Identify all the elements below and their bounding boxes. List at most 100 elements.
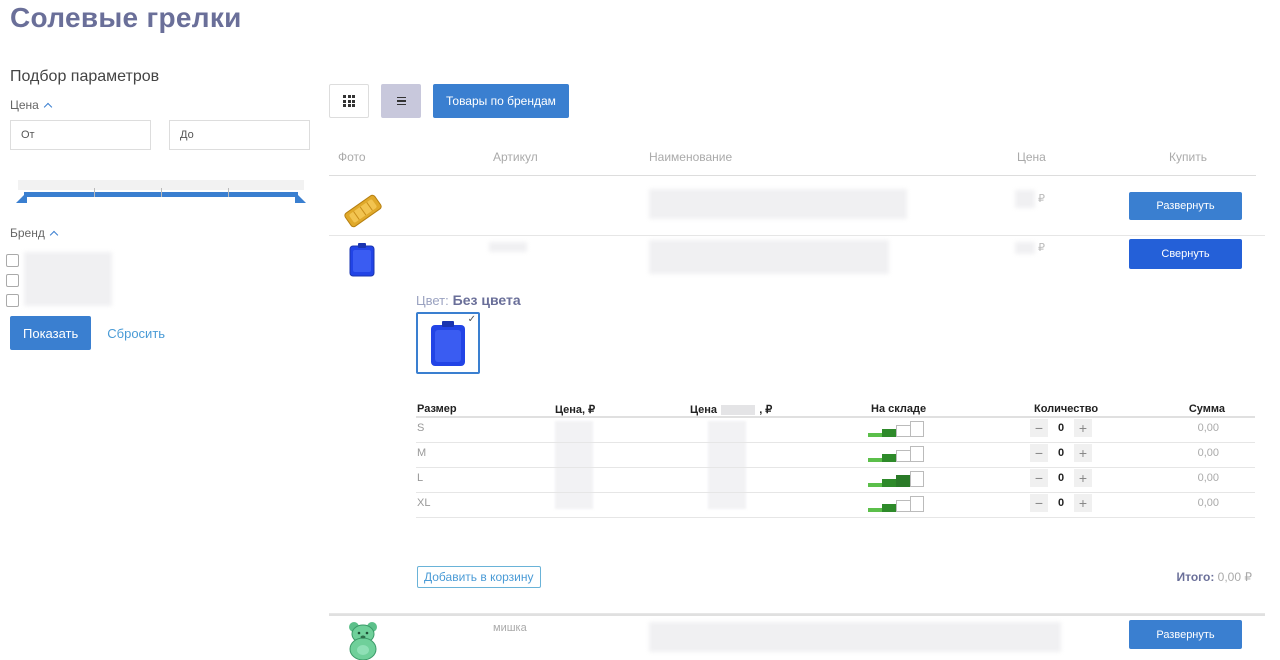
qty-minus-button[interactable]: − bbox=[1030, 469, 1048, 487]
price-range-slider[interactable] bbox=[10, 180, 312, 206]
brand-names-blurred bbox=[24, 252, 112, 306]
add-to-cart-button[interactable]: Добавить в корзину bbox=[417, 566, 541, 588]
qty-minus-button[interactable]: − bbox=[1030, 444, 1048, 462]
size-row: L − 0 + 0,00 bbox=[416, 468, 1255, 493]
price-from-input[interactable] bbox=[10, 120, 151, 150]
header-sum: Сумма bbox=[1188, 403, 1225, 415]
qty-plus-button[interactable]: + bbox=[1074, 444, 1092, 462]
size-row: M − 0 + 0,00 bbox=[416, 443, 1255, 468]
brand-checkbox[interactable] bbox=[6, 273, 19, 287]
list-view-button[interactable] bbox=[381, 84, 421, 118]
filter-title: Подбор параметров bbox=[10, 68, 160, 85]
qty-value[interactable]: 0 bbox=[1054, 422, 1068, 434]
filter-sidebar: Подбор параметров Цена Бренд Показать Сб… bbox=[6, 68, 312, 350]
header-article: Артикул bbox=[493, 150, 538, 164]
qty-minus-button[interactable]: − bbox=[1030, 419, 1048, 437]
stock-indicator bbox=[868, 496, 924, 512]
total-label: Итого: bbox=[1176, 570, 1215, 584]
size-row: XL − 0 + 0,00 bbox=[416, 493, 1255, 518]
header-qty: Количество bbox=[1034, 403, 1099, 415]
qty-plus-button[interactable]: + bbox=[1074, 419, 1092, 437]
total-value: 0,00 ₽ bbox=[1217, 570, 1252, 584]
product-name-blurred bbox=[649, 240, 889, 274]
sum-value: 0,00 bbox=[1197, 447, 1219, 459]
qty-minus-button[interactable]: − bbox=[1030, 494, 1048, 512]
article-blurred bbox=[489, 242, 527, 252]
size-row: S − 0 + 0,00 bbox=[416, 418, 1255, 443]
article-value: мишка bbox=[493, 622, 527, 634]
products-by-brand-button[interactable]: Товары по брендам bbox=[433, 84, 569, 118]
header-price: Цена, ₽ bbox=[555, 404, 596, 416]
table-row: мишка Развернуть bbox=[329, 614, 1265, 660]
brand-filter-toggle[interactable]: Бренд bbox=[10, 226, 312, 240]
qty-value[interactable]: 0 bbox=[1054, 497, 1068, 509]
brand-filter-label: Бренд bbox=[10, 226, 45, 240]
color-value: Без цвета bbox=[452, 292, 521, 308]
size-table-header: Размер Цена, ₽ Цена , ₽ На складе Количе… bbox=[416, 402, 1255, 418]
grid-view-button[interactable] bbox=[329, 84, 369, 118]
price-filter-toggle[interactable]: Цена bbox=[10, 98, 312, 112]
page-title: Солевые грелки bbox=[10, 2, 242, 33]
header-price: Цена bbox=[1017, 150, 1046, 164]
reset-link[interactable]: Сбросить bbox=[107, 326, 165, 341]
size-value: S bbox=[417, 422, 425, 434]
header-stock: На складе bbox=[871, 403, 927, 415]
price-currency: ₽ bbox=[1038, 193, 1045, 205]
range-tick bbox=[94, 188, 95, 197]
brand-list bbox=[6, 252, 312, 308]
size-value: XL bbox=[417, 497, 431, 509]
quantity-stepper: − 0 + bbox=[1030, 494, 1092, 512]
range-handle-max[interactable] bbox=[295, 192, 306, 203]
expand-button[interactable]: Развернуть bbox=[1129, 192, 1242, 220]
size-value: L bbox=[417, 472, 424, 484]
qty-plus-button[interactable]: + bbox=[1074, 494, 1092, 512]
product-list: Товары по брендам Фото Артикул Наименова… bbox=[329, 84, 1265, 660]
table-header: Фото Артикул Наименование Цена Купить bbox=[329, 138, 1256, 176]
range-tick bbox=[161, 188, 162, 197]
green-bear-heating-pad-image bbox=[349, 622, 377, 660]
qty-value[interactable]: 0 bbox=[1054, 472, 1068, 484]
quantity-stepper: − 0 + bbox=[1030, 444, 1092, 462]
size-value: M bbox=[417, 447, 427, 459]
header-size: Размер bbox=[417, 403, 457, 415]
price-currency: ₽ bbox=[1038, 242, 1045, 254]
stock-indicator bbox=[868, 471, 924, 487]
color-label: Цвет: bbox=[416, 293, 449, 308]
sum-value: 0,00 bbox=[1197, 497, 1219, 509]
header-photo: Фото bbox=[338, 150, 366, 164]
quantity-stepper: − 0 + bbox=[1030, 419, 1092, 437]
blue-heating-pad-image bbox=[349, 243, 375, 277]
header-name: Наименование bbox=[649, 150, 733, 164]
chevron-up-icon bbox=[49, 230, 59, 239]
check-icon: ✓ bbox=[467, 314, 476, 325]
product-price-blurred bbox=[1015, 190, 1035, 208]
color-line: Цвет: Без цвета bbox=[416, 292, 521, 308]
sum-value: 0,00 bbox=[1197, 422, 1219, 434]
color-swatch-selected[interactable]: ✓ bbox=[416, 312, 480, 374]
brand-checkbox[interactable] bbox=[6, 253, 19, 267]
show-button[interactable]: Показать bbox=[10, 316, 92, 350]
total: Итого: 0,00 ₽ bbox=[1176, 570, 1252, 584]
range-handle-min[interactable] bbox=[16, 192, 27, 203]
product-name-blurred bbox=[649, 622, 1061, 652]
chevron-up-icon bbox=[43, 102, 53, 111]
size-table: Размер Цена, ₽ Цена , ₽ На складе Количе… bbox=[416, 402, 1255, 518]
stock-indicator bbox=[868, 421, 924, 437]
grid-icon bbox=[343, 95, 355, 107]
expand-button[interactable]: Развернуть bbox=[1129, 620, 1242, 649]
quantity-stepper: − 0 + bbox=[1030, 469, 1092, 487]
sum-value: 0,00 bbox=[1197, 472, 1219, 484]
stock-indicator bbox=[868, 446, 924, 462]
blue-heating-pad-image bbox=[431, 321, 465, 366]
orange-heating-pad-image bbox=[344, 194, 382, 228]
price-to-input[interactable] bbox=[169, 120, 310, 150]
table-row-expanded: ₽ Свернуть Цвет: Без цвета ✓ Размер Цена… bbox=[329, 236, 1265, 614]
product-name-blurred bbox=[649, 189, 907, 219]
qty-plus-button[interactable]: + bbox=[1074, 469, 1092, 487]
collapse-button[interactable]: Свернуть bbox=[1129, 239, 1242, 269]
list-icon bbox=[396, 96, 406, 106]
qty-value[interactable]: 0 bbox=[1054, 447, 1068, 459]
header-price2: Цена , ₽ bbox=[690, 404, 773, 416]
product-price-blurred bbox=[1015, 242, 1035, 254]
brand-checkbox[interactable] bbox=[6, 293, 19, 307]
